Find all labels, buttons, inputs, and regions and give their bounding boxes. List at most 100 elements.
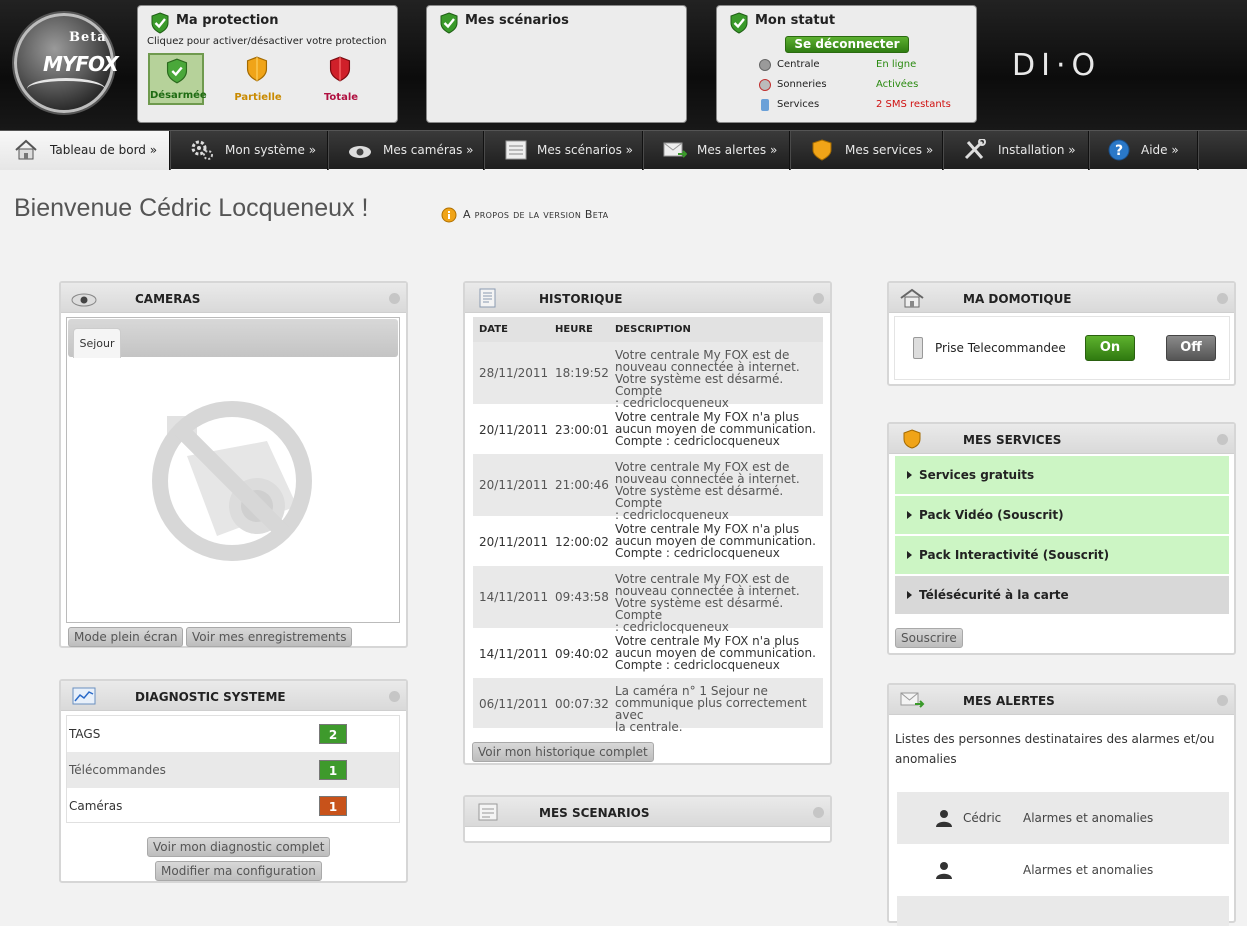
document-icon bbox=[479, 288, 496, 308]
column-heure: HEURE bbox=[555, 324, 593, 335]
nav-mon-systeme[interactable]: Mon système » bbox=[170, 131, 328, 170]
device-off-button[interactable]: Off bbox=[1166, 335, 1216, 361]
cameras-header: CAMERAS bbox=[61, 283, 406, 313]
diagnostic-label: Télécommandes bbox=[69, 763, 166, 777]
recordings-button[interactable]: Voir mes enregistrements bbox=[186, 627, 353, 647]
service-item[interactable]: Pack Vidéo (Souscrit) bbox=[895, 496, 1229, 534]
domotique-title: MA DOMOTIQUE bbox=[963, 292, 1072, 306]
nav-aide[interactable]: ? Aide » bbox=[1089, 131, 1198, 170]
status-panel: Mon statut Se déconnecter Centrale En li… bbox=[716, 5, 977, 123]
historique-row: 14/11/2011 09:43:58 Votre centrale My FO… bbox=[473, 566, 823, 633]
fullscreen-button[interactable]: Mode plein écran bbox=[68, 627, 184, 647]
bell-icon bbox=[759, 79, 771, 91]
collapse-icon[interactable] bbox=[389, 293, 400, 304]
nav-mes-cameras[interactable]: Mes caméras » bbox=[328, 131, 484, 170]
user-icon bbox=[936, 810, 952, 827]
diagnostic-widget: DIAGNOSTIC SYSTEME TAGS 2 Télécommandes … bbox=[59, 679, 408, 883]
home-icon bbox=[900, 288, 924, 308]
nav-label: Aide » bbox=[1141, 143, 1179, 157]
beta-about-link[interactable]: A propos de la version Beta bbox=[463, 208, 608, 221]
alertes-header: MES ALERTES bbox=[889, 685, 1234, 715]
nav-label: Mes caméras » bbox=[383, 143, 474, 157]
collapse-icon[interactable] bbox=[389, 691, 400, 702]
history-time: 18:19:52 bbox=[555, 366, 609, 380]
mes-scenarios-widget: MES SCENARIOS bbox=[463, 795, 832, 843]
history-description: Votre centrale My FOX n'a plus aucun moye… bbox=[615, 634, 816, 672]
device-on-button[interactable]: On bbox=[1085, 335, 1135, 361]
protection-title: Ma protection bbox=[176, 13, 279, 28]
domotique-widget: MA DOMOTIQUE Prise Telecommandee On Off bbox=[887, 281, 1236, 386]
nav-tableau-de-bord[interactable]: Tableau de bord » bbox=[0, 131, 170, 170]
main-nav: Tableau de bord » Mon système » Mes camé… bbox=[0, 130, 1247, 170]
logo-beta-text: Beta bbox=[69, 30, 107, 45]
domotique-device-row: Prise Telecommandee On Off bbox=[894, 316, 1230, 380]
collapse-icon[interactable] bbox=[813, 807, 824, 818]
full-diagnostic-button[interactable]: Voir mon diagnostic complet bbox=[147, 837, 331, 857]
service-item[interactable]: Télésécurité à la carte bbox=[895, 576, 1229, 614]
history-time: 00:07:32 bbox=[555, 697, 609, 711]
mode-desarmee-label: Désarmée bbox=[150, 90, 207, 101]
diagnostic-row: Caméras 1 bbox=[67, 788, 399, 824]
camera-icon bbox=[349, 146, 371, 158]
history-description: Votre centrale My FOX n'a plus aucun moye… bbox=[615, 522, 816, 560]
info-icon bbox=[441, 207, 457, 223]
history-description: Votre centrale My FOX est de nouveau conn… bbox=[615, 348, 800, 410]
history-time: 09:40:02 bbox=[555, 647, 609, 661]
nav-mes-services[interactable]: Mes services » bbox=[790, 131, 943, 170]
mes-scenarios-header: MES SCENARIOS bbox=[465, 797, 830, 827]
diagnostic-count-badge[interactable]: 2 bbox=[319, 724, 347, 744]
protection-panel: Ma protection Cliquez pour activer/désac… bbox=[137, 5, 398, 123]
collapse-icon[interactable] bbox=[1217, 434, 1228, 445]
alert-recipient-row[interactable]: Alarmes et anomalies bbox=[897, 844, 1229, 896]
modify-config-button[interactable]: Modifier ma configuration bbox=[155, 861, 322, 881]
history-date: 06/11/2011 bbox=[479, 697, 549, 711]
full-history-button[interactable]: Voir mon historique complet bbox=[472, 742, 654, 762]
myfox-logo[interactable]: Beta MYFOX bbox=[14, 13, 119, 113]
calendar-icon bbox=[478, 803, 498, 821]
home-icon bbox=[15, 139, 37, 160]
alert-recipient-row[interactable]: Cédric Alarmes et anomalies bbox=[897, 792, 1229, 844]
historique-title: HISTORIQUE bbox=[539, 292, 623, 306]
camera-icon bbox=[71, 293, 97, 307]
status-services-label: Services bbox=[777, 99, 820, 110]
services-title: MES SERVICES bbox=[963, 433, 1062, 447]
alertes-widget: MES ALERTES Listes des personnes destina… bbox=[887, 683, 1236, 926]
nav-label: Mes alertes » bbox=[697, 143, 778, 157]
service-item[interactable]: Services gratuits bbox=[895, 456, 1229, 494]
status-sonneries-value: Activées bbox=[876, 79, 919, 90]
check-shield-icon bbox=[730, 12, 748, 34]
mode-partielle-button[interactable]: Partielle bbox=[230, 53, 286, 105]
nav-installation[interactable]: Installation » bbox=[943, 131, 1089, 170]
collapse-icon[interactable] bbox=[1217, 695, 1228, 706]
diagnostic-count-badge[interactable]: 1 bbox=[319, 796, 347, 816]
logout-button[interactable]: Se déconnecter bbox=[785, 36, 909, 53]
recipient-alert-type: Alarmes et anomalies bbox=[1023, 811, 1154, 825]
collapse-icon[interactable] bbox=[1217, 293, 1228, 304]
historique-row: 20/11/2011 23:00:01 Votre centrale My FO… bbox=[473, 404, 823, 454]
historique-row: 28/11/2011 18:19:52 Votre centrale My FO… bbox=[473, 342, 823, 409]
mode-totale-button[interactable]: Totale bbox=[313, 53, 369, 105]
diagnostic-header: DIAGNOSTIC SYSTEME bbox=[61, 681, 406, 711]
diagnostic-count-badge[interactable]: 1 bbox=[319, 760, 347, 780]
camera-viewer: Sejour bbox=[66, 317, 400, 623]
subscribe-button[interactable]: Souscrire bbox=[895, 628, 963, 648]
nav-mes-alertes[interactable]: Mes alertes » bbox=[643, 131, 790, 170]
service-item[interactable]: Pack Interactivité (Souscrit) bbox=[895, 536, 1229, 574]
history-description: Votre centrale My FOX est de nouveau conn… bbox=[615, 460, 800, 522]
history-date: 28/11/2011 bbox=[479, 366, 549, 380]
logo-swoosh bbox=[27, 78, 105, 100]
history-date: 14/11/2011 bbox=[479, 590, 549, 604]
history-date: 20/11/2011 bbox=[479, 478, 549, 492]
camera-tab-sejour[interactable]: Sejour bbox=[73, 328, 121, 358]
orange-shield-icon bbox=[246, 56, 268, 82]
mode-desarmee-button[interactable]: Désarmée bbox=[148, 53, 207, 105]
history-time: 12:00:02 bbox=[555, 535, 609, 549]
historique-row: 06/11/2011 00:07:32 La caméra n° 1 Sejou… bbox=[473, 678, 823, 733]
status-sonneries-label: Sonneries bbox=[777, 79, 827, 90]
status-title: Mon statut bbox=[755, 13, 836, 28]
nav-mes-scenarios[interactable]: Mes scénarios » bbox=[484, 131, 643, 170]
services-icon bbox=[761, 99, 769, 111]
collapse-icon[interactable] bbox=[813, 293, 824, 304]
history-description: Votre centrale My FOX n'a plus aucun moye… bbox=[615, 410, 816, 448]
alert-recipient-row bbox=[897, 896, 1229, 926]
